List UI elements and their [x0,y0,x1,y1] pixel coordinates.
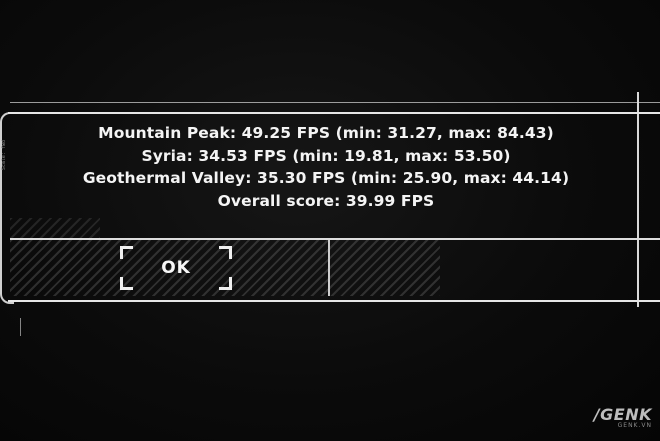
ok-button-label: OK [161,258,191,278]
watermark: /GENK GENK.VN [594,405,652,429]
result-mountain-peak: Mountain Peak: 49.25 FPS (min: 31.27, ma… [98,124,554,142]
ok-button[interactable]: OK [120,246,232,290]
hatch-pattern-top [10,218,100,238]
frame-line-left [20,318,21,336]
button-bar-separator [328,240,330,296]
corner-bracket-icon [120,246,133,259]
benchmark-results: Mountain Peak: 49.25 FPS (min: 31.27, ma… [12,122,640,212]
frame-line-top [10,102,660,103]
corner-bracket-icon [219,246,232,259]
overall-score: Overall score: 39.99 FPS [217,191,435,210]
corner-bracket-icon [120,277,133,290]
result-geothermal-valley: Geothermal Valley: 35.30 FPS (min: 25.90… [82,169,570,187]
corner-bracket-icon [219,277,232,290]
result-syria: Syria: 34.53 FPS (min: 19.81, max: 53.50… [141,146,511,165]
